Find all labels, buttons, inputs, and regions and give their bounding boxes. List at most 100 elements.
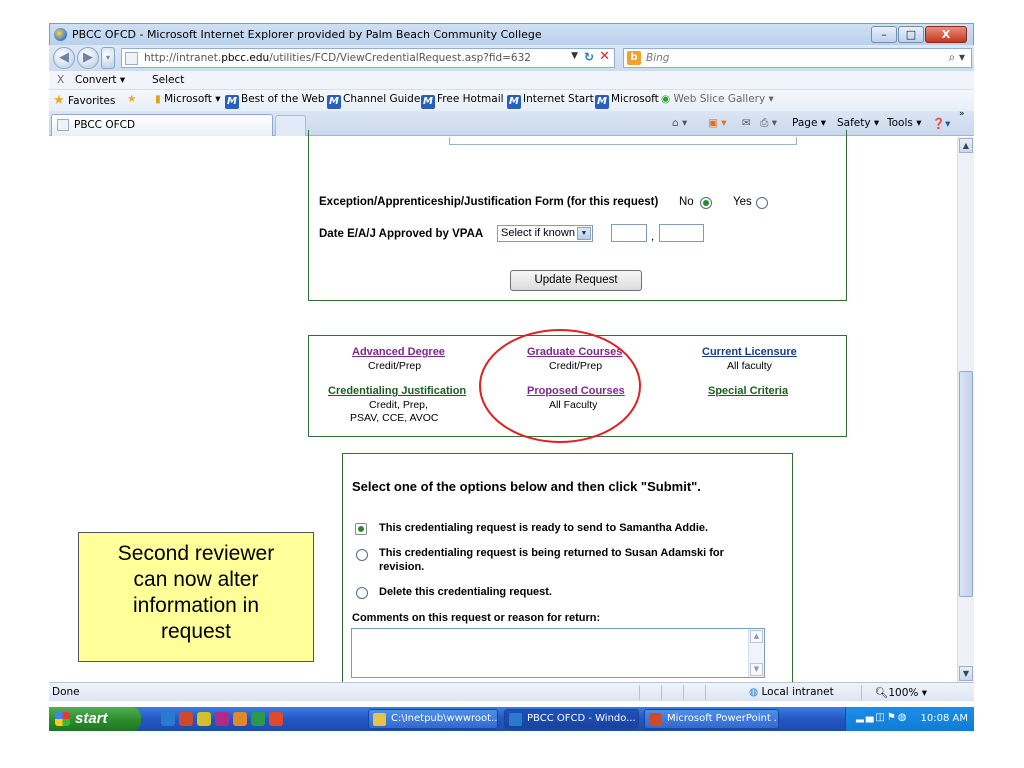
- chevron-down-icon: ▼: [577, 227, 591, 240]
- new-tab-button[interactable]: [275, 115, 306, 136]
- taskbar-explorer[interactable]: C:\Inetpub\wwwroot...: [368, 709, 498, 729]
- ie-icon: [509, 713, 522, 726]
- advanced-degree-link[interactable]: Advanced Degree: [352, 346, 445, 358]
- date-year-field[interactable]: [659, 224, 704, 242]
- current-licensure-link[interactable]: Current Licensure: [702, 346, 797, 358]
- scroll-down-icon[interactable]: ▼: [750, 663, 763, 676]
- address-dropdown-icon[interactable]: ▼: [571, 51, 578, 61]
- option-send-label: This credentialing request is ready to s…: [379, 522, 709, 534]
- option-return-radio[interactable]: [356, 549, 368, 561]
- bing-logo-icon: b: [627, 51, 641, 65]
- quicklaunch-icon[interactable]: [251, 712, 265, 726]
- chevron-more-icon[interactable]: »: [959, 109, 965, 119]
- yes-label: Yes: [733, 196, 752, 208]
- add-favorites-icon[interactable]: ★: [127, 93, 136, 105]
- date-select-value: Select if known: [501, 227, 575, 239]
- fav-channel-guide[interactable]: M Channel Guide: [327, 93, 420, 109]
- select-button[interactable]: Select: [152, 74, 184, 86]
- date-month-field[interactable]: [611, 224, 647, 242]
- date-approved-select[interactable]: Select if known ▼: [497, 225, 593, 242]
- tools-menu[interactable]: Tools ▾: [887, 117, 921, 129]
- tray-icons[interactable]: ▂▄◫⚑◍: [856, 712, 909, 723]
- quicklaunch-icon[interactable]: [233, 712, 247, 726]
- fav-internet-start[interactable]: M Internet Start: [507, 93, 594, 109]
- mail-icon[interactable]: ✉: [742, 117, 751, 129]
- windows-logo-icon: [55, 712, 70, 726]
- quicklaunch-icon[interactable]: [197, 712, 211, 726]
- credentialing-justification-sub: Credit, Prep,: [369, 399, 428, 411]
- date-approved-label: Date E/A/J Approved by VPAA: [319, 228, 484, 240]
- quicklaunch-icon[interactable]: [269, 712, 283, 726]
- recent-pages-dropdown[interactable]: ▾: [101, 47, 115, 69]
- textarea-scrollbar[interactable]: ▲ ▼: [748, 629, 764, 677]
- favorites-button[interactable]: ★ Favorites: [53, 93, 115, 108]
- minimize-button[interactable]: –: [871, 26, 897, 43]
- option-return-label: This credentialing request is being retu…: [379, 547, 724, 559]
- current-licensure-sub: All faculty: [727, 360, 772, 372]
- special-criteria-link[interactable]: Special Criteria: [708, 385, 788, 397]
- option-return-label-cont: revision.: [379, 561, 425, 573]
- title-bar: PBCC OFCD - Microsoft Internet Explorer …: [49, 23, 974, 45]
- status-bar: Done ◍ Local intranet 🔍︎100% ▾: [49, 682, 974, 701]
- annotation-callout: Second reviewer can now alter informatio…: [78, 532, 314, 662]
- taskbar-ie[interactable]: PBCC OFCD - Windo...: [504, 709, 639, 729]
- home-icon[interactable]: ⌂ ▾: [672, 117, 687, 129]
- page-scrollbar[interactable]: ▲ ▼: [957, 137, 974, 682]
- address-bar[interactable]: http://intranet.pbcc.edu/utilities/FCD/V…: [121, 48, 615, 68]
- credentialing-justification-link[interactable]: Credentialing Justification: [328, 385, 466, 397]
- globe-icon: ◍: [749, 686, 759, 698]
- print-icon[interactable]: ⎙ ▾: [760, 117, 777, 130]
- scroll-down-arrow-icon[interactable]: ▼: [959, 666, 973, 681]
- no-label: No: [679, 196, 694, 208]
- stop-icon[interactable]: ✕: [599, 49, 610, 64]
- option-delete-radio[interactable]: [356, 587, 368, 599]
- fav-web-slice-gallery[interactable]: ◉ Web Slice Gallery ▾: [661, 93, 774, 105]
- option-send-radio[interactable]: [355, 523, 367, 535]
- exception-form-label: Exception/Apprenticeship/Justification F…: [319, 196, 659, 208]
- page-icon: [57, 119, 69, 131]
- command-toolbar: X Convert ▾ Select: [49, 71, 974, 90]
- partial-input-field[interactable]: [449, 137, 797, 145]
- close-button[interactable]: X: [925, 26, 967, 43]
- feeds-icon[interactable]: ▣ ▾: [708, 117, 727, 129]
- search-input[interactable]: b Bing ⌕ ▾: [623, 48, 972, 68]
- fav-microsoft-dropdown[interactable]: ▮ Microsoft ▾: [155, 93, 221, 105]
- start-button[interactable]: start: [49, 707, 141, 731]
- scrollbar-thumb[interactable]: [959, 371, 973, 597]
- quicklaunch-icon[interactable]: [179, 712, 193, 726]
- quicklaunch-icon[interactable]: [215, 712, 229, 726]
- credentialing-justification-sub2: PSAV, CCE, AVOC: [350, 412, 439, 424]
- callout-line: Second reviewer: [117, 542, 275, 565]
- clock: 10:08 AM: [920, 713, 968, 724]
- fav-free-hotmail[interactable]: M Free Hotmail: [421, 93, 504, 109]
- toolbar-close-icon[interactable]: X: [57, 74, 64, 86]
- search-icon[interactable]: ⌕ ▾: [948, 50, 965, 65]
- options-heading: Select one of the options below and then…: [352, 479, 701, 494]
- back-button[interactable]: ◀: [53, 47, 75, 69]
- scroll-up-icon[interactable]: ▲: [750, 630, 763, 643]
- security-zone: ◍ Local intranet: [749, 686, 834, 698]
- taskbar-powerpoint[interactable]: Microsoft PowerPoint ...: [644, 709, 779, 729]
- star-icon: ★: [53, 93, 65, 108]
- page-menu[interactable]: Page ▾: [792, 117, 826, 129]
- update-request-button[interactable]: Update Request: [510, 270, 642, 291]
- exception-yes-radio[interactable]: [756, 197, 768, 209]
- convert-button[interactable]: Convert ▾: [75, 74, 125, 86]
- tab-pbcc-ofcd[interactable]: PBCC OFCD: [51, 114, 273, 136]
- comments-textarea[interactable]: ▲ ▼: [351, 628, 765, 678]
- safety-menu[interactable]: Safety ▾: [837, 117, 879, 129]
- scroll-up-arrow-icon[interactable]: ▲: [959, 138, 973, 153]
- exception-no-radio[interactable]: [700, 197, 712, 209]
- tab-label: PBCC OFCD: [74, 119, 136, 131]
- fav-best-of-web[interactable]: M Best of the Web: [225, 93, 325, 109]
- maximize-button[interactable]: □: [898, 26, 924, 43]
- zoom-control[interactable]: 🔍︎100% ▾: [875, 686, 927, 699]
- fav-microsoft[interactable]: M Microsoft: [595, 93, 659, 109]
- help-icon[interactable]: ❓▾: [932, 117, 950, 130]
- advanced-degree-sub: Credit/Prep: [368, 360, 422, 372]
- forward-button[interactable]: ▶: [77, 47, 99, 69]
- system-tray: ▂▄◫⚑◍ 10:08 AM: [845, 707, 974, 731]
- refresh-icon[interactable]: ↻: [584, 50, 594, 64]
- favorites-bar: ★ Favorites ★ ▮ Microsoft ▾ M Best of the…: [49, 90, 974, 111]
- ie-quicklaunch-icon[interactable]: [161, 712, 175, 726]
